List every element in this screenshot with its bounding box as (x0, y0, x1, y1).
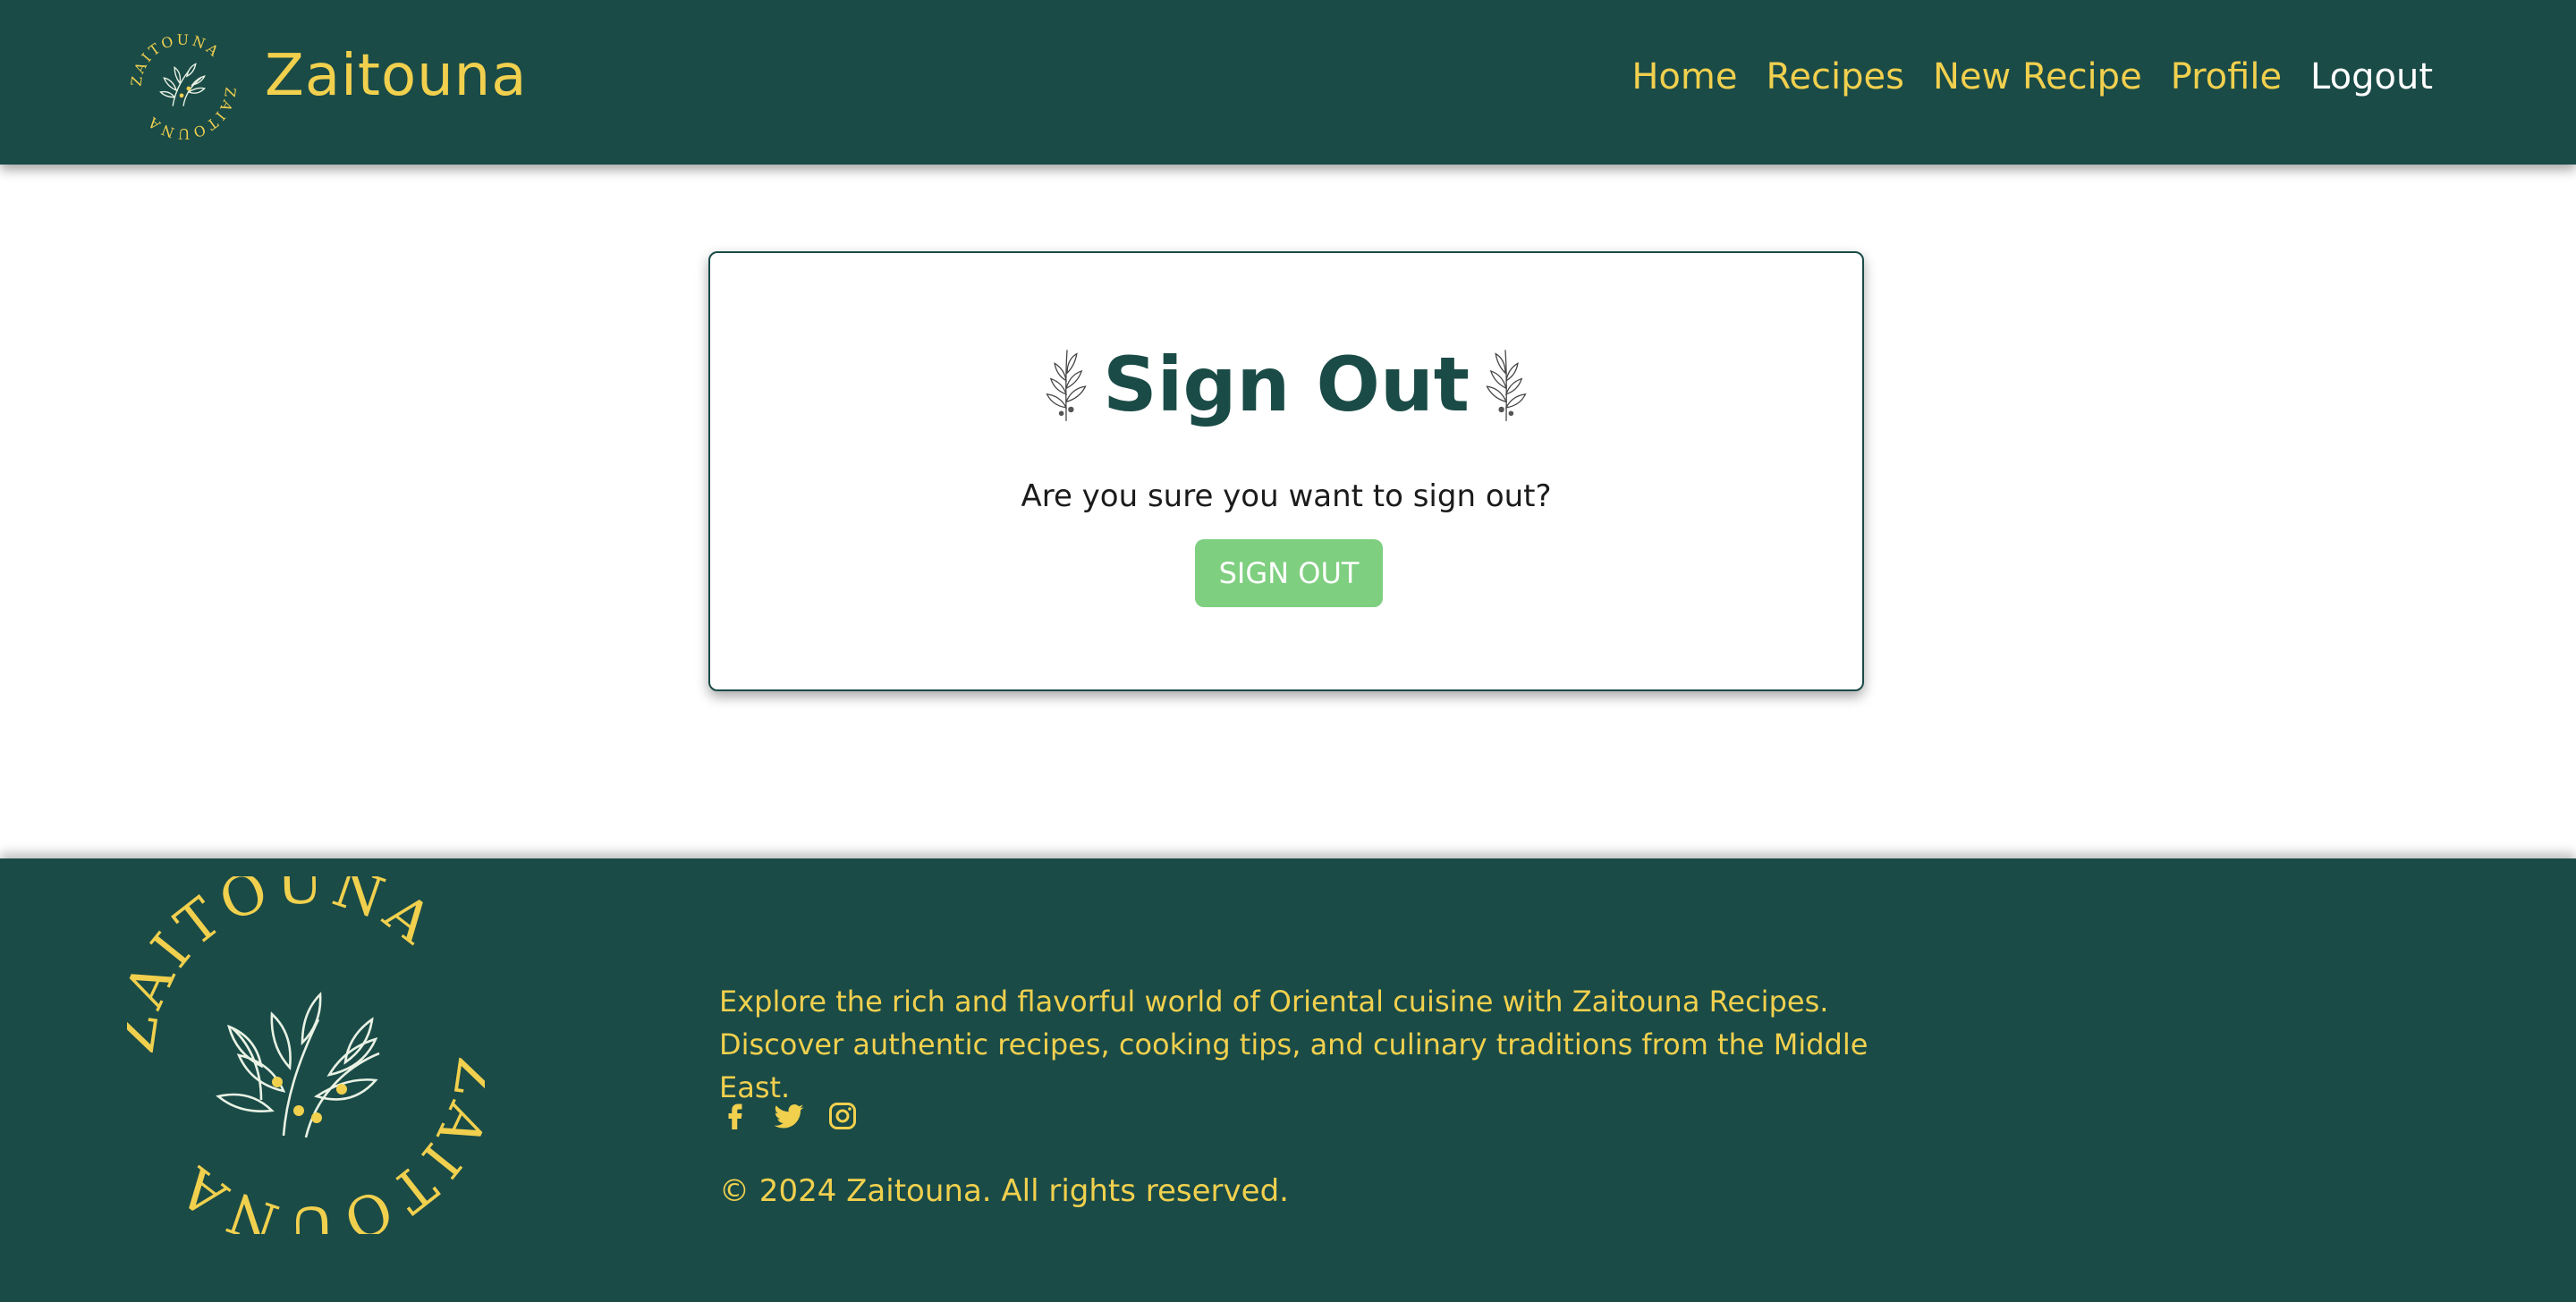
nav-new-recipe-link[interactable]: New Recipe (1933, 48, 2142, 106)
brand-name[interactable]: Zaitouna (265, 36, 527, 116)
sign-out-card: Sign Out Are you sure you want to sign o… (708, 251, 1864, 691)
card-title: Sign Out (710, 335, 1862, 446)
nav-home-link[interactable]: Home (1631, 48, 1737, 106)
card-title-text: Sign Out (1103, 341, 1470, 428)
social-links (719, 1100, 859, 1132)
footer-description: Explore the rich and flavorful world of … (719, 985, 1868, 1104)
svg-text:ZAITOUNA: ZAITOUNA (164, 1053, 485, 1234)
sign-out-question: Are you sure you want to sign out? (1021, 478, 1552, 514)
nav-recipes-link[interactable]: Recipes (1766, 48, 1904, 106)
olive-sprig-right-icon (1486, 350, 1527, 421)
facebook-icon[interactable] (719, 1100, 751, 1132)
footer-logo-icon: ZAITOUNA ZAITOUNA (127, 876, 485, 1234)
olive-sprig-left-icon (1046, 350, 1087, 421)
main-nav: Home Recipes New Recipe Profile Logout (1631, 48, 2433, 106)
svg-text:ZAITOUNA: ZAITOUNA (127, 876, 448, 1057)
nav-profile-link[interactable]: Profile (2171, 48, 2282, 106)
zaitouna-logo-icon[interactable]: ZAITOUNA ZAITOUNA (131, 34, 236, 140)
twitter-icon[interactable] (773, 1100, 805, 1132)
sign-out-button[interactable]: SIGN OUT (1195, 539, 1383, 607)
footer: ZAITOUNA ZAITOUNA Explore the rich and f… (0, 858, 2576, 1302)
instagram-icon[interactable] (826, 1100, 859, 1132)
svg-text:ZAITOUNA: ZAITOUNA (143, 86, 236, 140)
nav-logout-link[interactable]: Logout (2310, 48, 2433, 106)
copyright-text: © 2024 Zaitouna. All rights reserved. (719, 1173, 1289, 1209)
navbar: ZAITOUNA ZAITOUNA Zaitouna Home Recipes … (0, 0, 2576, 165)
